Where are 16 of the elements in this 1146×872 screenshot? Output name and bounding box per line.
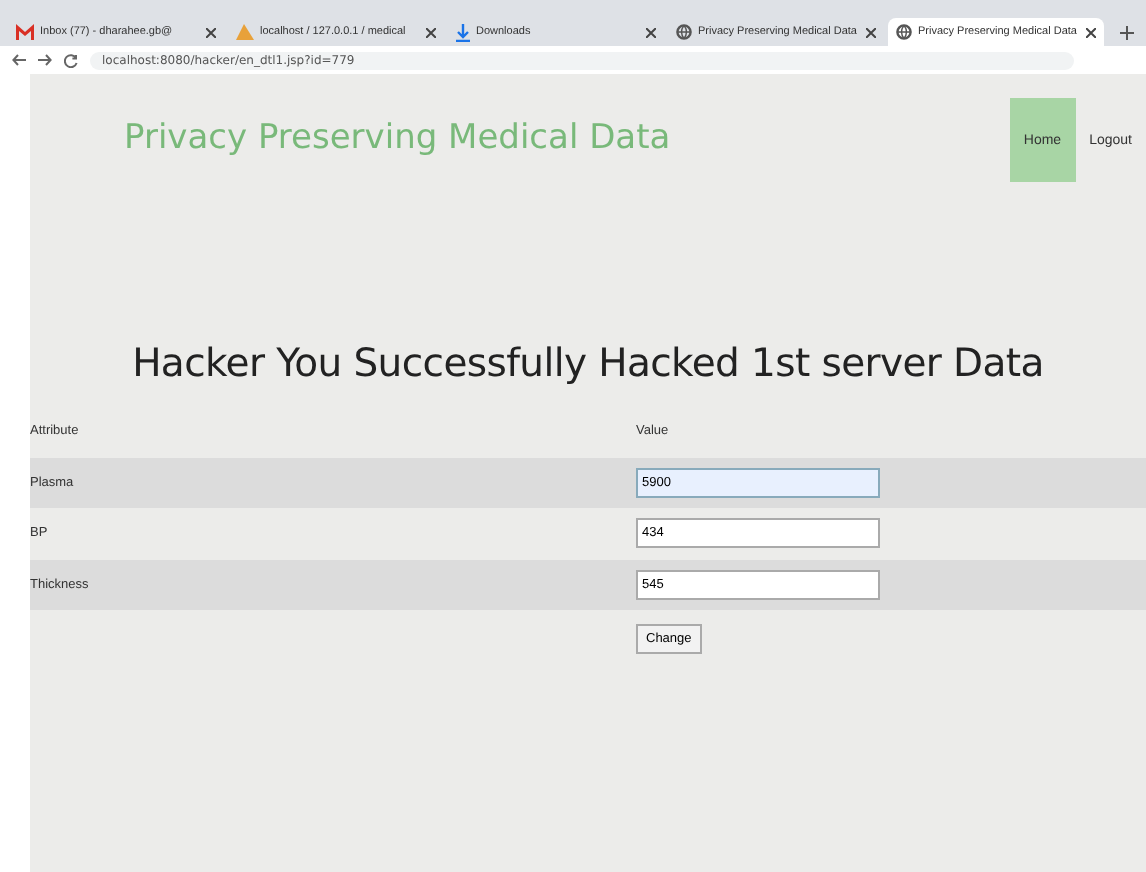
back-icon[interactable] bbox=[12, 54, 26, 66]
close-icon[interactable] bbox=[1086, 27, 1096, 37]
plus-icon[interactable] bbox=[1120, 26, 1134, 40]
close-icon[interactable] bbox=[206, 27, 216, 37]
sail-icon bbox=[236, 24, 254, 40]
close-icon[interactable] bbox=[426, 27, 436, 37]
reload-icon[interactable] bbox=[64, 53, 78, 67]
mail-icon bbox=[16, 24, 34, 40]
page-heading: Hacker You Successfully Hacked 1st server Data bbox=[130, 340, 1046, 386]
globe-icon bbox=[676, 24, 692, 40]
forward-icon[interactable] bbox=[38, 54, 52, 66]
site-title: Privacy Preserving Medical Data bbox=[124, 118, 673, 158]
globe-icon bbox=[896, 24, 912, 40]
close-icon[interactable] bbox=[646, 27, 656, 37]
close-icon[interactable] bbox=[866, 27, 876, 37]
download-icon bbox=[456, 23, 470, 41]
